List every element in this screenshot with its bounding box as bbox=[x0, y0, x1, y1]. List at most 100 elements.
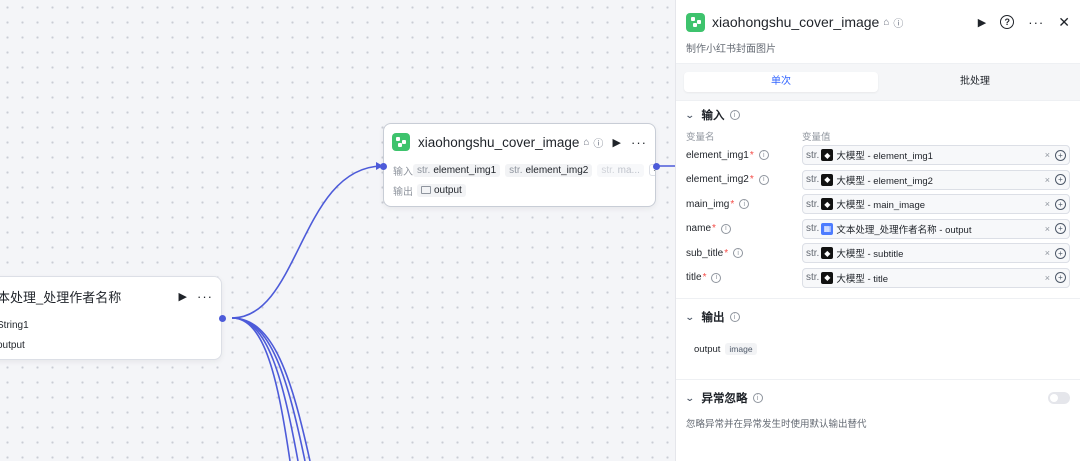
info-icon[interactable]: i bbox=[729, 312, 740, 322]
edge-down-1 bbox=[231, 317, 291, 461]
col-variable-name: 变量名 bbox=[686, 132, 715, 143]
clear-icon[interactable]: × bbox=[1045, 273, 1050, 283]
input-value-field[interactable]: str. ◆ 大模型 - main_image × + bbox=[802, 194, 1070, 215]
add-icon[interactable]: + bbox=[1055, 223, 1066, 235]
tab-batch[interactable]: 批处理 bbox=[878, 72, 1072, 92]
text-process-icon: ▦ bbox=[821, 222, 834, 235]
chevron-down-icon[interactable]: ⌄ bbox=[685, 393, 695, 404]
output-name: output bbox=[694, 343, 721, 355]
input-name: main_img * i bbox=[686, 199, 802, 210]
input-chip-truncated: str. ma... bbox=[597, 163, 644, 177]
output-label: 输出 bbox=[393, 186, 413, 198]
exception-toggle[interactable] bbox=[1048, 392, 1070, 404]
input-name: element_img2 * i bbox=[686, 174, 802, 185]
input-name: name * i bbox=[686, 223, 802, 234]
exception-description: 忽略异常并在异常发生时使用默认输出替代 bbox=[686, 419, 867, 430]
info-icon[interactable]: i bbox=[733, 248, 744, 259]
input-chip-element-img1: str. element_img1 bbox=[413, 163, 501, 177]
inputs-column-header: 变量名 变量值 bbox=[686, 129, 1070, 143]
panel-more-button[interactable]: ··· bbox=[1028, 15, 1044, 30]
info-icon[interactable]: ⓘ bbox=[893, 15, 903, 30]
input-value-field[interactable]: str. ◆ 大模型 - element_img2 × + bbox=[802, 169, 1070, 190]
info-icon[interactable]: i bbox=[758, 150, 769, 161]
input-rows: element_img1 * i str. ◆ 大模型 - element_img1 × +… bbox=[686, 143, 1070, 298]
plugin-icon bbox=[392, 133, 410, 151]
llm-icon: ◆ bbox=[821, 173, 834, 186]
node-row-output: output bbox=[0, 335, 221, 355]
clear-icon[interactable]: × bbox=[1045, 248, 1050, 258]
edge-down-4 bbox=[231, 317, 311, 461]
chevron-down-icon[interactable]: ⌄ bbox=[685, 110, 695, 121]
inputs-title: 输入 bbox=[701, 110, 725, 122]
xiaohongshu-node[interactable]: xiaohongshu_cover_image ⌂ ⓘ ▶ ··· 输入 str… bbox=[383, 123, 656, 207]
clear-icon[interactable]: × bbox=[1045, 175, 1050, 185]
llm-icon: ◆ bbox=[821, 271, 834, 284]
info-icon[interactable]: i bbox=[720, 223, 731, 234]
add-icon[interactable]: + bbox=[1055, 149, 1066, 161]
info-icon[interactable]: i bbox=[729, 110, 740, 120]
info-icon[interactable]: i bbox=[711, 272, 722, 283]
lock-icon: ⌂ bbox=[583, 136, 590, 148]
image-icon bbox=[421, 186, 431, 194]
clear-icon[interactable]: × bbox=[1045, 199, 1050, 209]
node-header: 本处理_处理作者名称 ▶ ··· bbox=[0, 277, 221, 315]
exception-title: 异常忽略 bbox=[701, 393, 748, 405]
text-node-output-port[interactable] bbox=[219, 314, 226, 322]
close-icon[interactable]: ✕ bbox=[1058, 14, 1070, 31]
add-icon[interactable]: + bbox=[1055, 272, 1066, 284]
node-input-row: 输入 str. element_img1 str. element_img2 str… bbox=[384, 160, 655, 180]
input-row-element-img2: element_img2 * i str. ◆ 大模型 - element_img2 × + bbox=[686, 168, 1070, 193]
info-icon[interactable]: i bbox=[739, 199, 750, 210]
node-output-row: 输出 output bbox=[384, 180, 655, 200]
output-chip: output bbox=[417, 183, 466, 197]
info-icon[interactable]: i bbox=[752, 393, 763, 403]
node-more-button[interactable]: ··· bbox=[631, 135, 647, 150]
outputs-section: ⌄ 输出 i output image bbox=[676, 303, 1080, 380]
run-node-button[interactable]: ▶ bbox=[613, 136, 621, 149]
text-process-node[interactable]: 本处理_处理作者名称 ▶ ··· String1 output bbox=[0, 276, 222, 360]
panel-header: xiaohongshu_cover_image ⌂ ⓘ ▶ ? ··· ✕ bbox=[676, 0, 1080, 44]
tab-single[interactable]: 单次 bbox=[684, 72, 878, 92]
run-button[interactable]: ▶ bbox=[978, 16, 986, 29]
add-icon[interactable]: + bbox=[1055, 198, 1066, 210]
input-value-field[interactable]: str. ◆ 大模型 - element_img1 × + bbox=[802, 145, 1070, 166]
outputs-section-header[interactable]: ⌄ 输出 i bbox=[685, 303, 1070, 331]
info-icon[interactable]: ⓘ bbox=[593, 135, 603, 150]
node-header: xiaohongshu_cover_image ⌂ ⓘ ▶ ··· bbox=[384, 124, 655, 160]
chevron-down-icon[interactable]: ⌄ bbox=[685, 312, 695, 323]
run-node-button[interactable]: ▶ bbox=[179, 290, 187, 303]
input-value-field[interactable]: str. ▦ 文本处理_处理作者名称 - output × + bbox=[802, 218, 1070, 239]
add-icon[interactable]: + bbox=[1055, 174, 1066, 186]
inputs-section-header[interactable]: ⌄ 输入 i bbox=[685, 101, 1070, 129]
input-value-field[interactable]: str. ◆ 大模型 - title × + bbox=[802, 267, 1070, 288]
info-icon[interactable]: i bbox=[758, 174, 769, 185]
param-output: output bbox=[0, 339, 25, 351]
output-type-tag: image bbox=[725, 343, 757, 355]
panel-title: xiaohongshu_cover_image bbox=[712, 14, 880, 30]
lock-icon: ⌂ bbox=[883, 16, 890, 28]
input-value-field[interactable]: str. ◆ 大模型 - subtitle × + bbox=[802, 243, 1070, 264]
llm-icon: ◆ bbox=[821, 149, 834, 162]
main-node-input-port[interactable] bbox=[380, 162, 387, 170]
node-title: xiaohongshu_cover_image bbox=[418, 134, 580, 150]
input-row-sub-title: sub_title * i str. ◆ 大模型 - subtitle × + bbox=[686, 241, 1070, 266]
param-string1: String1 bbox=[0, 319, 29, 331]
input-name: element_img1 * i bbox=[686, 150, 802, 161]
workflow-canvas[interactable]: xiaohongshu_cover_image ⌂ ⓘ ▶ ··· 输入 str… bbox=[0, 0, 675, 461]
input-name: title * i bbox=[686, 272, 802, 283]
add-icon[interactable]: + bbox=[1055, 247, 1066, 259]
clear-icon[interactable]: × bbox=[1045, 150, 1050, 160]
tab-bar: 单次 批处理 bbox=[676, 63, 1080, 101]
input-row-title: title * i str. ◆ 大模型 - title × + bbox=[686, 266, 1070, 291]
help-icon[interactable]: ? bbox=[1000, 15, 1015, 29]
exception-section: ⌄ 异常忽略 i 忽略异常并在异常发生时使用默认输出替代 bbox=[676, 380, 1080, 440]
plugin-icon bbox=[686, 12, 705, 32]
node-more-button[interactable]: ··· bbox=[197, 289, 213, 304]
exception-section-header[interactable]: ⌄ 异常忽略 i bbox=[685, 380, 1070, 416]
main-node-output-port[interactable] bbox=[652, 162, 660, 170]
llm-icon: ◆ bbox=[821, 198, 834, 211]
clear-icon[interactable]: × bbox=[1045, 224, 1050, 234]
outputs-title: 输出 bbox=[701, 312, 725, 324]
edge-layer bbox=[231, 162, 675, 461]
input-label: 输入 bbox=[393, 166, 413, 178]
